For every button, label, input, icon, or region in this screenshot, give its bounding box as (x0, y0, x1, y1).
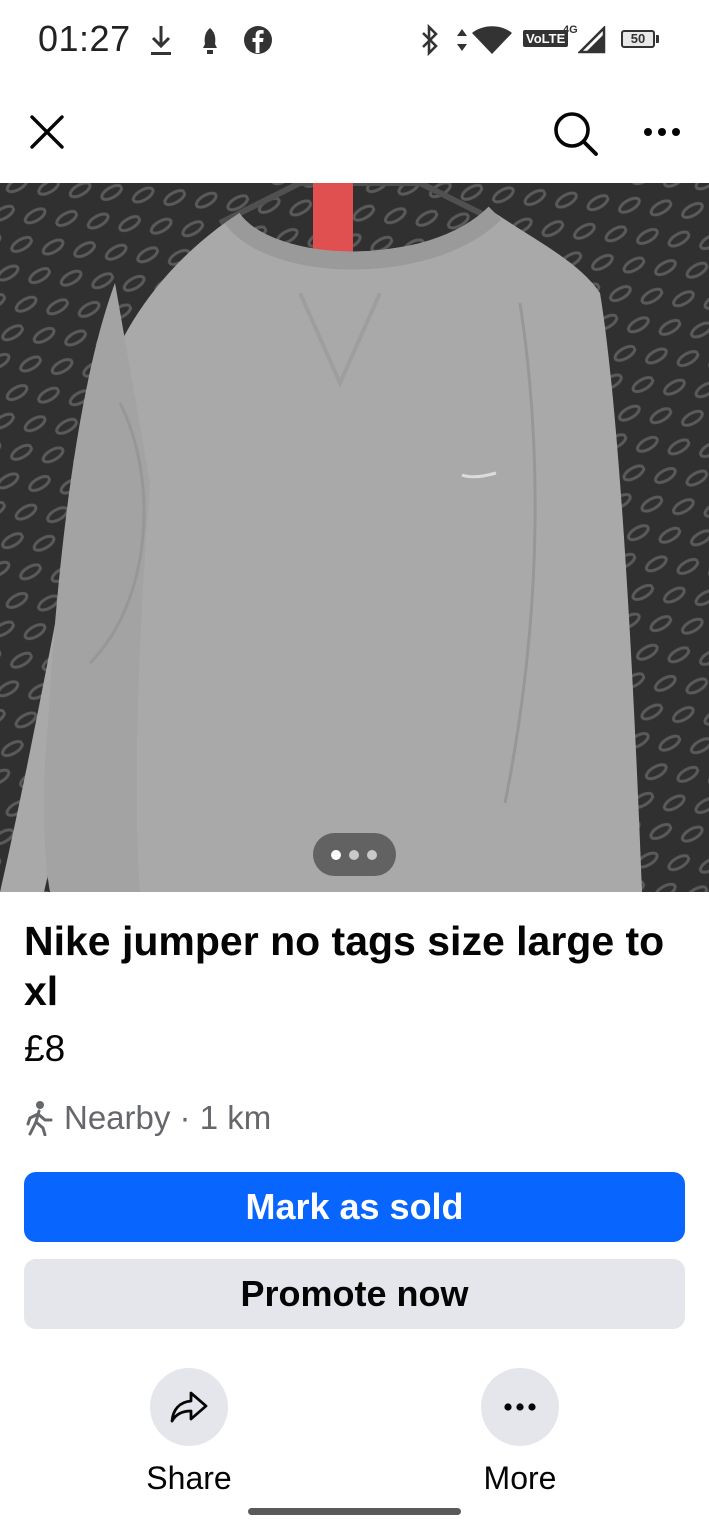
pager-dot (349, 850, 359, 860)
network-type: 4G (563, 24, 578, 36)
more-options-icon[interactable] (642, 124, 682, 140)
top-app-bar (0, 90, 709, 174)
listing-photo[interactable] (0, 183, 709, 892)
listing-price: £8 (24, 1028, 66, 1069)
photo-pager (313, 833, 396, 876)
facebook-icon (244, 26, 272, 54)
more-button[interactable] (481, 1368, 559, 1446)
mark-as-sold-button[interactable]: Mark as sold (24, 1172, 685, 1242)
status-bar: 01:27 VoLTE 4G 50 (0, 0, 709, 80)
signal-icon (578, 26, 606, 54)
data-arrows-icon (457, 29, 467, 51)
wifi-icon (472, 26, 512, 54)
battery-icon: 50 (621, 30, 655, 48)
location-text: Nearby · 1 km (64, 1099, 272, 1136)
listing-location: Nearby · 1 km (24, 1097, 271, 1139)
more-action[interactable]: More (450, 1368, 590, 1497)
share-arrow-icon (170, 1391, 208, 1423)
volte-indicator: VoLTE (523, 30, 569, 47)
download-icon (151, 26, 171, 55)
share-action[interactable]: Share (119, 1368, 259, 1497)
search-icon[interactable] (552, 110, 600, 158)
share-label: Share (146, 1460, 232, 1496)
promote-now-button[interactable]: Promote now (24, 1259, 685, 1329)
walking-person-icon (26, 1101, 53, 1136)
more-dots-icon (504, 1403, 536, 1411)
pager-dot (367, 850, 377, 860)
battery-tip (656, 35, 659, 43)
bluetooth-icon (422, 24, 438, 56)
status-time: 01:27 (38, 18, 131, 59)
close-icon[interactable] (29, 114, 65, 150)
share-button[interactable] (150, 1368, 228, 1446)
jumper-photo (0, 183, 709, 892)
pager-dot-active (331, 850, 341, 860)
listing-title: Nike jumper no tags size large to xl (24, 918, 665, 1014)
notification-icon (203, 28, 217, 54)
more-label: More (483, 1460, 557, 1496)
home-indicator[interactable] (248, 1508, 461, 1515)
